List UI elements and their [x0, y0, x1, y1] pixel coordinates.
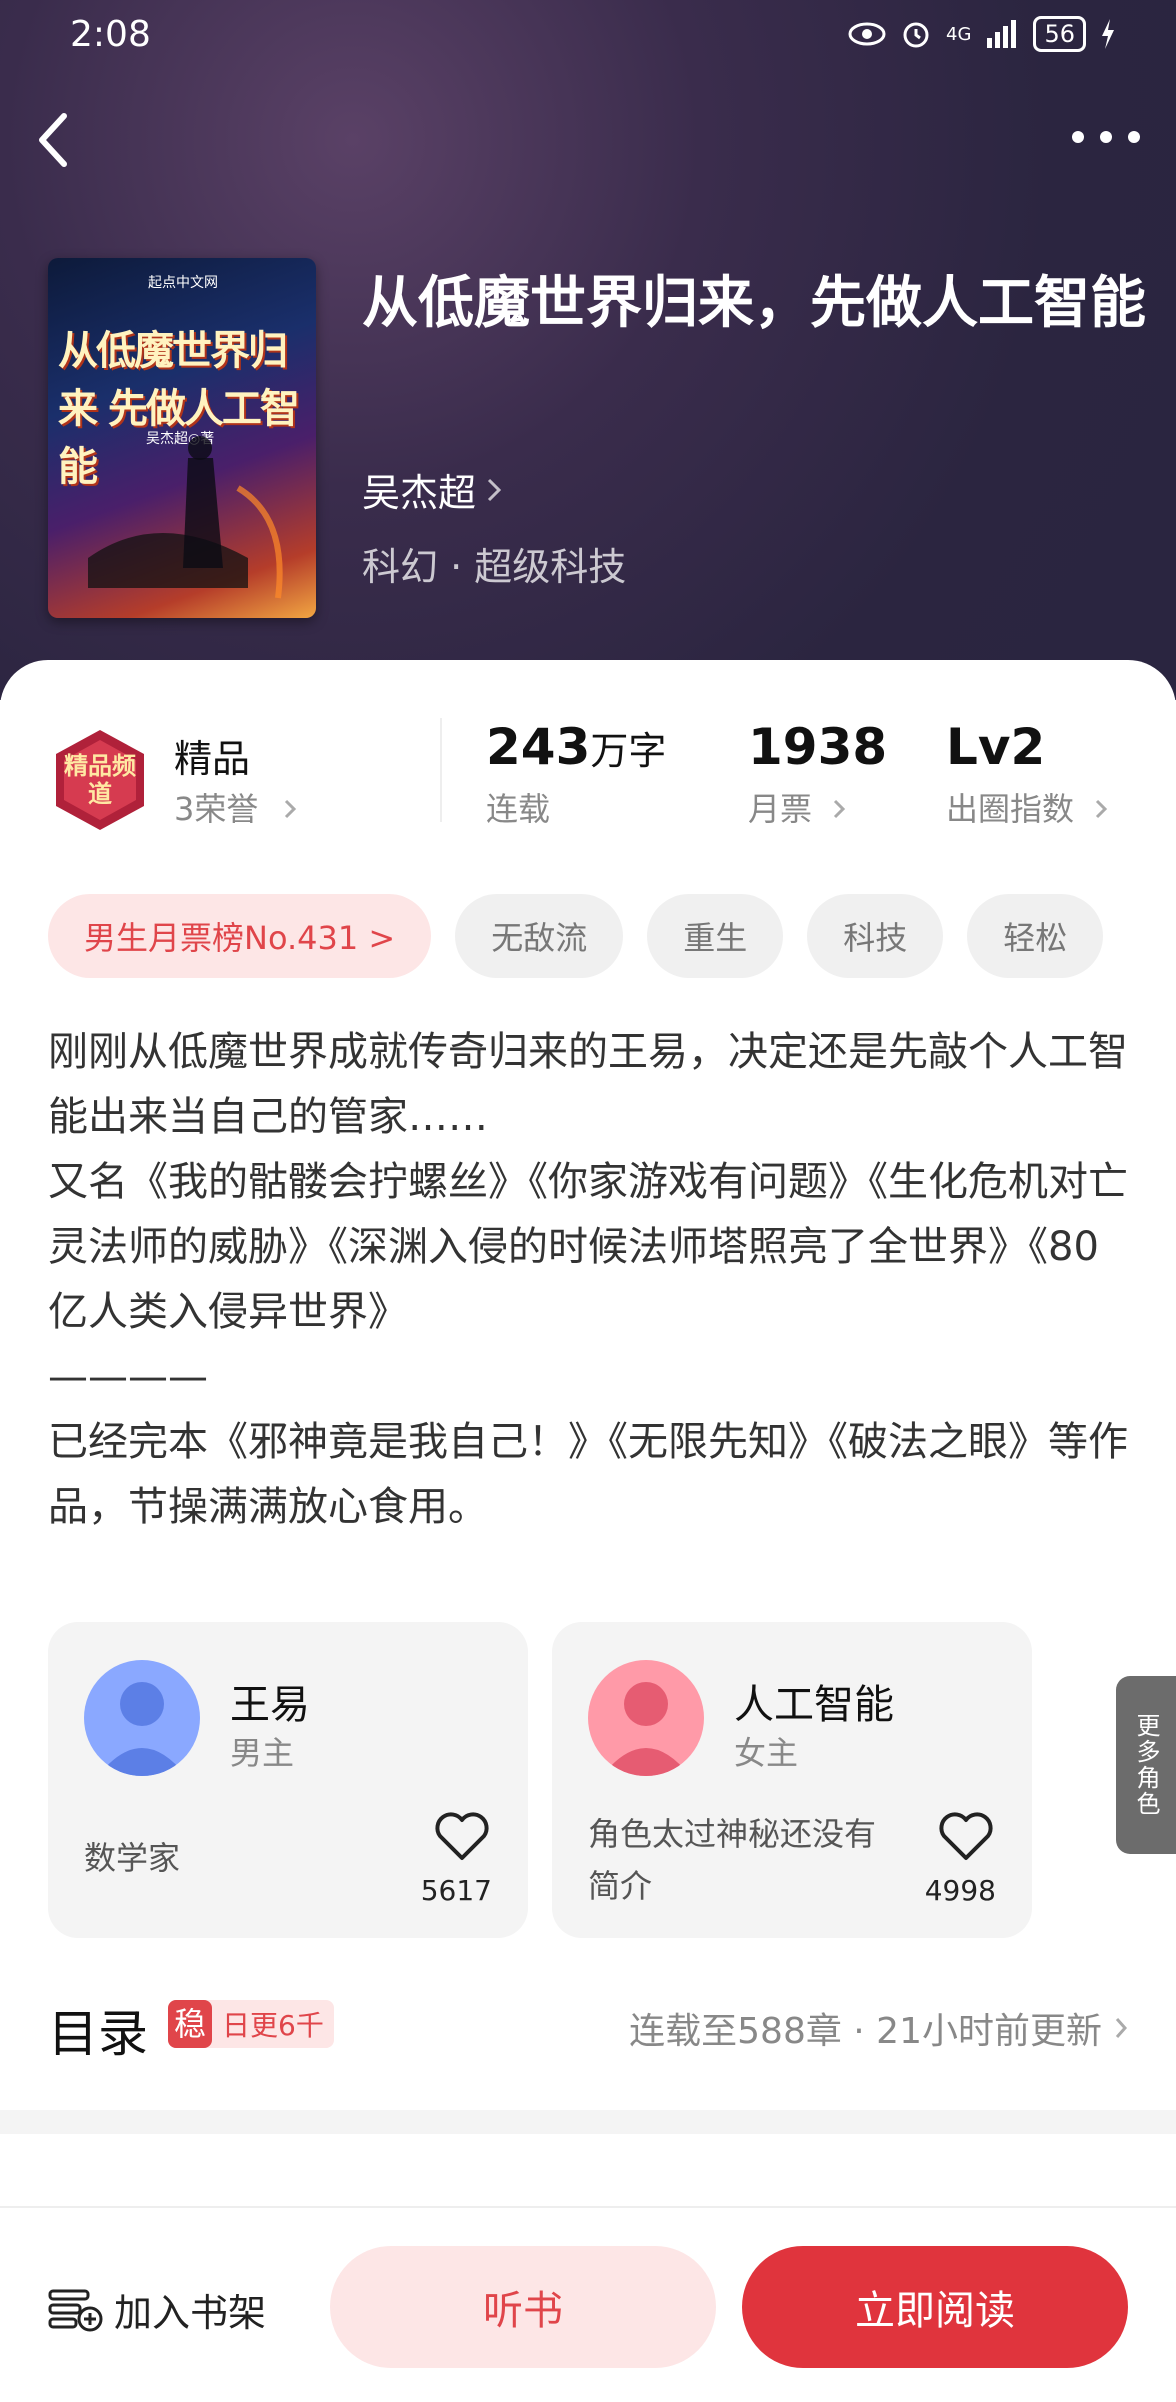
tag-item[interactable]: 科技: [807, 894, 944, 978]
chevron-right-icon: [487, 478, 502, 501]
toc-status: 连载至588章 · 21小时前更新: [629, 2011, 1102, 2052]
tag-item[interactable]: 轻松: [967, 894, 1104, 978]
heart-icon[interactable]: [432, 1808, 492, 1864]
book-title: 从低魔世界归来，先做人工智能: [362, 270, 1146, 336]
tag-item[interactable]: 无敌流: [455, 894, 624, 978]
avatar: [84, 1660, 200, 1776]
update-badge: 稳 日更6千: [168, 2000, 334, 2048]
chevron-right-icon: [1096, 799, 1108, 819]
like-count: 5617: [420, 1874, 492, 1907]
add-shelf-label: 加入书架: [114, 2291, 267, 2335]
badge-text: 精品频道: [64, 752, 136, 808]
charging-icon: [1102, 19, 1114, 49]
status-time: 2:08: [70, 14, 151, 55]
toc-link[interactable]: 连载至588章 · 21小时前更新: [629, 2002, 1128, 2054]
book-genre[interactable]: 科幻 · 超级科技: [362, 536, 626, 591]
stat-unit: 万字: [590, 729, 667, 773]
cover-illustration: [88, 436, 283, 599]
bottom-action-bar: 加入书架 听书 立即阅读: [0, 2206, 1176, 2402]
stat-label: 连载: [486, 790, 551, 828]
stat-label: 月票: [748, 790, 813, 828]
add-shelf-icon: [48, 2289, 103, 2331]
chevron-right-icon: [834, 799, 846, 819]
stat-value: Lv2: [946, 718, 1046, 776]
section-divider: [0, 2110, 1176, 2134]
author-link[interactable]: 吴杰超: [362, 462, 502, 517]
stat-word-count: 243万字 连载: [486, 718, 666, 830]
chevron-right-icon: [1115, 2018, 1128, 2038]
listen-button[interactable]: 听书: [330, 2246, 716, 2368]
stat-value: 1938: [748, 718, 888, 776]
stat-value: 243: [486, 718, 591, 776]
quality-badge[interactable]: 精品频道: [48, 728, 152, 832]
status-icons: 4G 56: [848, 16, 1116, 52]
chevron-right-icon: [284, 799, 296, 819]
book-description[interactable]: 刚刚从低魔世界成就传奇归来的王易，决定还是先敲个人工智能出来当自己的管家…… 又…: [48, 1020, 1138, 1540]
status-bar: 2:08 4G 56: [0, 0, 1176, 70]
character-role: 女主: [734, 1734, 799, 1772]
toc-title[interactable]: 目录: [48, 1994, 148, 2066]
eye-icon: [848, 22, 886, 46]
character-role: 男主: [230, 1734, 295, 1772]
stat-monthly-votes[interactable]: 1938 月票: [748, 718, 887, 830]
alarm-icon: [903, 22, 929, 48]
more-options-icon[interactable]: [1066, 112, 1146, 162]
divider: [440, 718, 442, 822]
more-roles-button[interactable]: 更多角色: [1116, 1676, 1176, 1854]
like-count: 4998: [924, 1874, 996, 1907]
character-name: 人工智能: [734, 1682, 894, 1728]
read-now-button[interactable]: 立即阅读: [742, 2246, 1128, 2368]
character-name: 王易: [230, 1682, 310, 1728]
tag-ranking[interactable]: 男生月票榜No.431 >: [48, 894, 432, 978]
honor-title: 精品: [174, 737, 251, 781]
stat-popularity-index[interactable]: Lv2 出圈指数: [946, 718, 1108, 830]
tag-item[interactable]: 重生: [647, 894, 784, 978]
character-card[interactable]: 人工智能 女主 角色太过神秘还没有简介 4998: [552, 1622, 1032, 1938]
stat-label: 出圈指数: [946, 790, 1075, 828]
back-arrow-icon[interactable]: [30, 110, 78, 170]
honor-link[interactable]: 3荣誉: [174, 784, 297, 830]
network-type: 4G: [946, 23, 972, 45]
avatar: [588, 1660, 704, 1776]
honor-count: 3荣誉: [174, 790, 259, 828]
character-card[interactable]: 王易 男主 数学家 5617: [48, 1622, 528, 1938]
add-to-shelf-button[interactable]: 加入书架: [48, 2282, 266, 2337]
character-bio: 角色太过神秘还没有简介: [588, 1815, 877, 1905]
heart-icon[interactable]: [936, 1808, 996, 1864]
signal-icon: [987, 20, 1017, 48]
battery-level: 56: [1033, 16, 1086, 52]
author-name: 吴杰超: [362, 471, 477, 515]
stable-badge: 稳: [168, 2000, 213, 2048]
book-cover[interactable]: 起点中文网 从低魔世界归来 先做人工智能 吴杰超◎著: [48, 258, 316, 618]
update-note: 日更6千: [222, 2009, 324, 2042]
character-bio: 数学家: [84, 1839, 181, 1877]
tag-list: 男生月票榜No.431 > 无敌流 重生 科技 轻松: [48, 894, 1104, 978]
